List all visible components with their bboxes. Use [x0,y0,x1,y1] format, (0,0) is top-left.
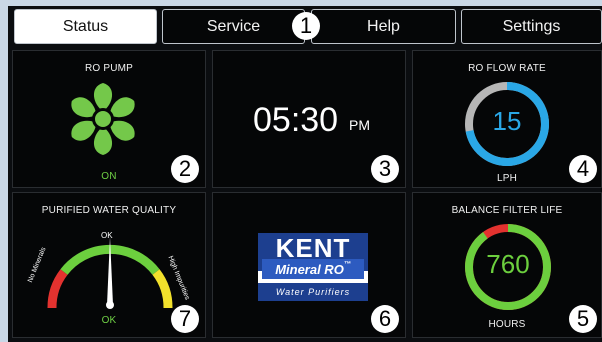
gauge-label-ok: OK [101,231,113,240]
ro-pump-title: RO PUMP [84,63,134,74]
callout-6: 6 [371,305,399,333]
tab-service[interactable]: Service [162,9,305,44]
fan-icon [71,83,135,155]
gauge-segment-high [152,269,173,309]
status-grid: RO PUMP ON 2 05:30 PM 3 RO FLOW RATE 15 … [8,46,602,342]
clock-panel: 05:30 PM 3 [212,50,406,188]
tab-status-label: Status [62,17,109,35]
callout-7: 7 [171,305,199,333]
flow-rate-value: 15 [492,106,522,136]
kent-logo: KENT Mineral RO ™ Water Purifiers [258,233,368,301]
tab-help[interactable]: Help [311,9,456,44]
brand-panel: KENT Mineral RO ™ Water Purifiers 6 [212,192,406,338]
ro-flow-rate-title: RO FLOW RATE [468,63,546,74]
water-quality-title: PURIFIED WATER QUALITY [41,205,177,216]
ro-flow-rate-panel: RO FLOW RATE 15 LPH 4 [412,50,602,188]
tab-bar: Status Service Help Settings 1 [8,6,602,46]
tab-settings-label: Settings [502,17,561,35]
filter-life-value: 760 [486,249,530,279]
clock-time: 05:30 [253,101,339,139]
callout-2: 2 [171,155,199,183]
filter-life-title: BALANCE FILTER LIFE [451,205,563,216]
callout-1: 1 [292,12,320,40]
tab-service-label: Service [206,17,261,35]
callout-4: 4 [569,155,597,183]
tab-status[interactable]: Status [14,9,157,44]
gauge-segment-low [47,269,68,309]
ro-pump-panel: RO PUMP ON 2 [12,50,206,188]
callout-5: 5 [569,305,597,333]
water-quality-panel: PURIFIED WATER QUALITY OK No Minerals Hi… [12,192,206,338]
logo-tagline: Water Purifiers [258,283,368,301]
logo-tm: ™ [343,261,351,268]
tab-help-label: Help [367,17,400,35]
callout-3: 3 [371,155,399,183]
clock-ampm: PM [349,117,370,133]
filter-life-panel: BALANCE FILTER LIFE 760 HOURS 5 [412,192,602,338]
tab-settings[interactable]: Settings [461,9,602,44]
logo-mineral-ro: Mineral RO [275,261,344,277]
